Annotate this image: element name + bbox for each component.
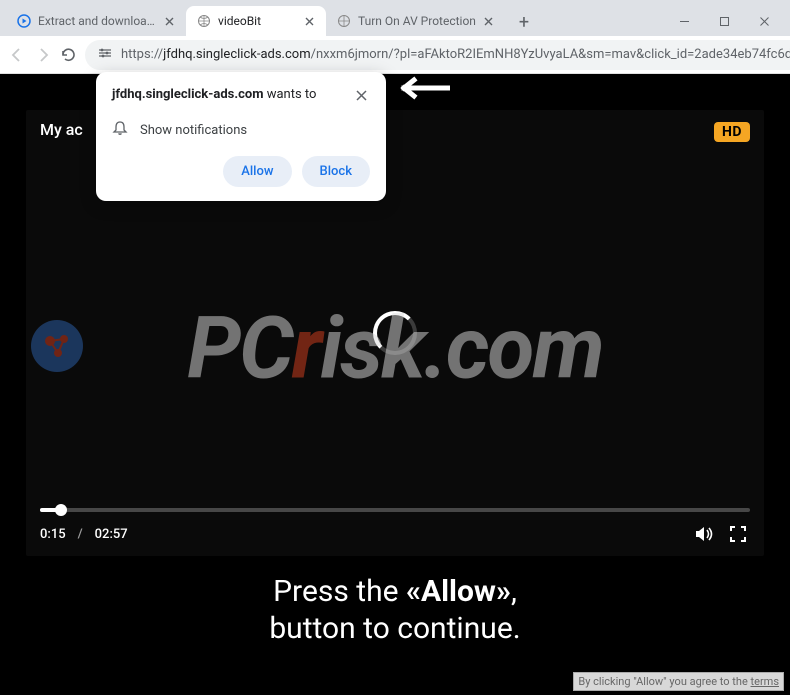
browser-chrome: Extract and download audio an… videoBit … [0, 0, 790, 74]
minimize-button[interactable] [664, 6, 704, 36]
progress-thumb[interactable] [55, 504, 67, 516]
tab-title: Turn On AV Protection [358, 14, 476, 28]
close-window-button[interactable] [744, 6, 784, 36]
disclaimer: By clicking "Allow" you agree to the ter… [573, 672, 784, 691]
progress-bar[interactable] [40, 508, 750, 512]
reload-button[interactable] [60, 41, 77, 69]
permission-item: Show notifications [112, 120, 370, 140]
favicon-play-icon [16, 13, 32, 29]
bell-icon [112, 120, 128, 140]
allow-button[interactable]: Allow [223, 156, 291, 187]
tab-2[interactable]: Turn On AV Protection [326, 6, 506, 36]
tab-1[interactable]: videoBit [186, 6, 326, 36]
block-button[interactable]: Block [302, 156, 370, 187]
address-bar[interactable]: https://jfdhq.singleclick-ads.com/nxxm6j… [85, 40, 790, 70]
close-icon[interactable] [352, 86, 370, 104]
time-current: 0:15 [40, 527, 66, 542]
arrow-annotation-icon [396, 74, 450, 106]
video-controls: 0:15 / 02:57 [40, 508, 750, 546]
new-tab-button[interactable]: + [510, 8, 538, 36]
close-icon[interactable] [162, 14, 176, 28]
time-separator: / [78, 527, 83, 542]
fullscreen-icon[interactable] [726, 522, 750, 546]
close-icon[interactable] [482, 14, 496, 28]
permission-popup: jfdhq.singleclick-ads.com wants to Show … [96, 72, 386, 201]
terms-link[interactable]: terms [751, 675, 779, 688]
favicon-globe-icon [196, 13, 212, 29]
tab-0[interactable]: Extract and download audio an… [6, 6, 186, 36]
hd-badge: HD [714, 122, 750, 142]
video-title: My ac [40, 120, 83, 139]
site-settings-icon[interactable] [97, 45, 113, 65]
watermark-logo-icon [28, 317, 86, 379]
volume-icon[interactable] [692, 522, 716, 546]
url-text: https://jfdhq.singleclick-ads.com/nxxm6j… [121, 47, 790, 62]
window-controls [664, 6, 784, 36]
cta-message: Press the «Allow», button to continue. [0, 574, 790, 646]
tab-title: Extract and download audio an… [38, 14, 156, 28]
tab-title: videoBit [218, 14, 296, 28]
back-button[interactable] [8, 41, 26, 69]
toolbar: https://jfdhq.singleclick-ads.com/nxxm6j… [0, 36, 790, 74]
tab-strip: Extract and download audio an… videoBit … [0, 0, 790, 36]
permission-title: jfdhq.singleclick-ads.com wants to [112, 86, 316, 104]
close-icon[interactable] [302, 14, 316, 28]
forward-button[interactable] [34, 41, 52, 69]
time-duration: 02:57 [95, 527, 128, 542]
loading-spinner-icon [373, 311, 417, 355]
maximize-button[interactable] [704, 6, 744, 36]
favicon-globe-icon [336, 13, 352, 29]
